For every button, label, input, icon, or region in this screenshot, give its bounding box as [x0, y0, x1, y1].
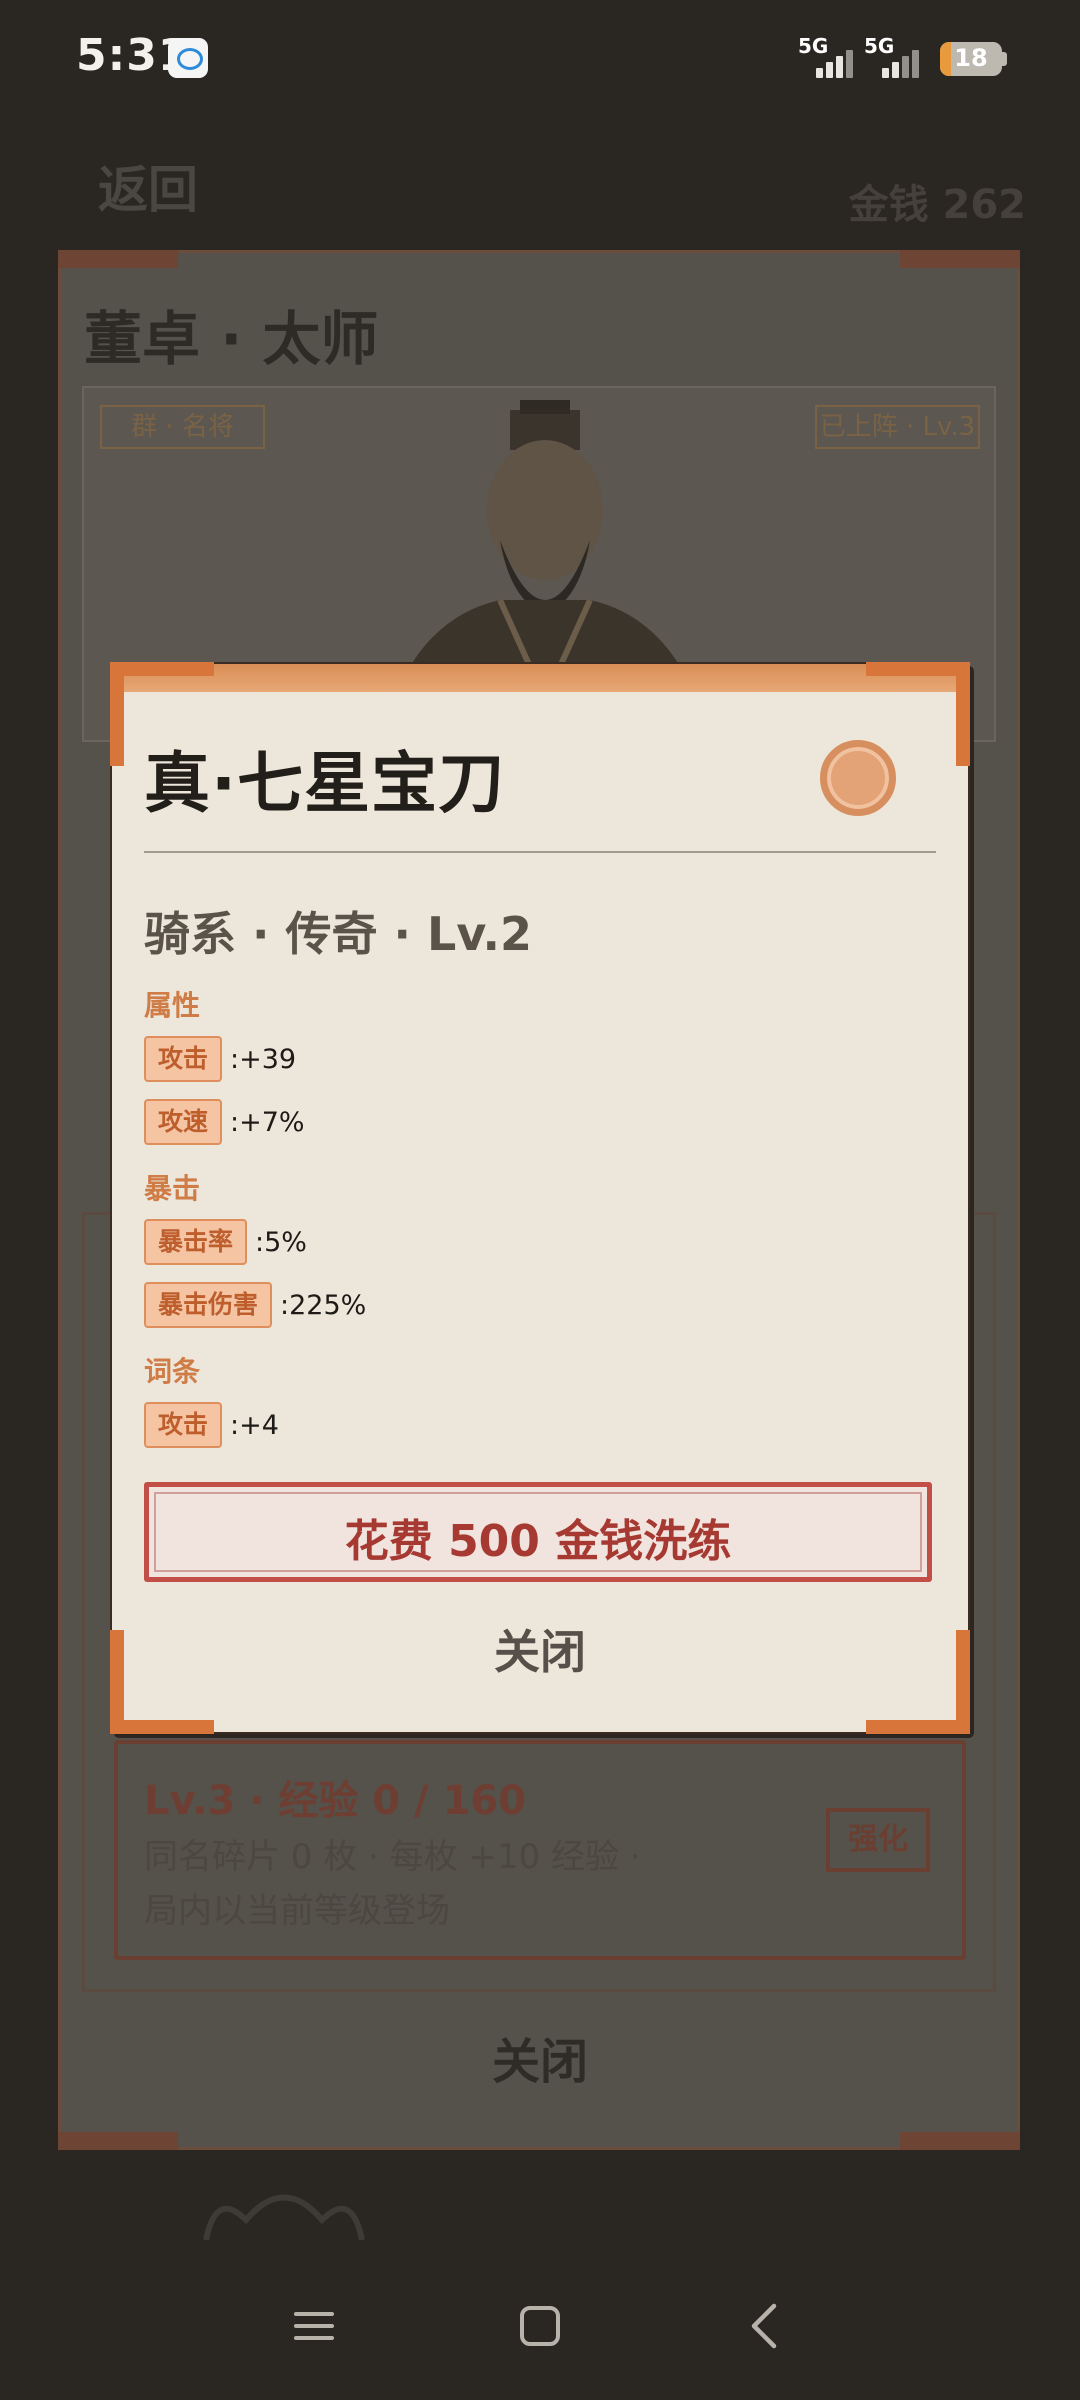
- crit-row: 暴击伤害 :225%: [144, 1282, 366, 1328]
- status-bar: 5:31 5G 5G 18: [0, 0, 1080, 120]
- stat-value: :5%: [255, 1226, 307, 1258]
- section-title-crit: 暴击: [144, 1172, 201, 1205]
- affix-row: 攻击 :+4: [144, 1402, 279, 1448]
- modal-header-band: [112, 664, 968, 692]
- stat-tag: 暴击率: [144, 1219, 248, 1265]
- stat-tag: 攻速: [144, 1099, 223, 1145]
- faction-badge: 群 · 名将: [100, 405, 265, 449]
- hero-name: 董卓 · 太师: [84, 305, 379, 373]
- stat-tag: 攻击: [144, 1402, 223, 1448]
- reforge-button-label: 花费 500 金钱洗练: [344, 1516, 732, 1567]
- battery-cap: [1002, 52, 1007, 66]
- crit-row: 暴击率 :5%: [144, 1219, 307, 1265]
- section-title-attributes: 属性: [144, 989, 201, 1022]
- menu-lines-icon[interactable]: [284, 2296, 344, 2356]
- deploy-status-badge: 已上阵 · Lv.3: [815, 405, 980, 449]
- screen: 5:31 5G 5G 18 返回 金钱 262 董卓 · 太师 群 · 名将 已…: [0, 0, 1080, 2400]
- decorative-art: [203, 2194, 365, 2240]
- stat-tag: 攻击: [144, 1036, 223, 1082]
- coin-icon: [820, 740, 896, 816]
- battery-level: 18: [954, 44, 988, 72]
- level-title: Lv.3 · 经验 0 / 160: [144, 1778, 527, 1824]
- close-button[interactable]: 关闭: [112, 1616, 968, 1682]
- divider: [144, 851, 936, 853]
- money-counter: 金钱 262: [848, 182, 1026, 228]
- back-button: 返回: [98, 161, 198, 219]
- section-title-affixes: 词条: [144, 1355, 201, 1388]
- level-description: 同名碎片 0 枚 · 每枚 +10 经验 · 局内以当前等级登场: [144, 1837, 641, 1931]
- messaging-app-icon: [168, 38, 208, 78]
- attribute-row: 攻速 :+7%: [144, 1099, 305, 1145]
- network-type-label: 5G: [798, 34, 829, 58]
- battery-icon: 18: [940, 42, 1002, 76]
- attribute-row: 攻击 :+39: [144, 1036, 296, 1082]
- reforge-button[interactable]: 花费 500 金钱洗练: [144, 1482, 932, 1582]
- background-close-button: 关闭: [491, 2034, 588, 2090]
- stat-value: :+4: [230, 1409, 279, 1441]
- upgrade-button: 强化: [826, 1808, 930, 1872]
- equipment-detail-modal: 真·七星宝刀 骑系 · 传奇 · Lv.2 属性 攻击 :+39 攻速 :+7%…: [110, 662, 970, 1734]
- stat-value: :+7%: [230, 1106, 305, 1138]
- back-chevron-icon[interactable]: [736, 2296, 796, 2356]
- stat-tag: 暴击伤害: [144, 1282, 273, 1328]
- signal-icon: 5G: [798, 34, 868, 80]
- stat-value: :+39: [230, 1043, 297, 1075]
- equipment-name: 真·七星宝刀: [144, 745, 506, 822]
- stat-value: :225%: [280, 1289, 367, 1321]
- home-square-icon[interactable]: [510, 2296, 570, 2356]
- equipment-subtitle: 骑系 · 传奇 · Lv.2: [144, 907, 533, 961]
- network-type-label: 5G: [864, 34, 895, 58]
- signal-icon: 5G: [864, 34, 934, 80]
